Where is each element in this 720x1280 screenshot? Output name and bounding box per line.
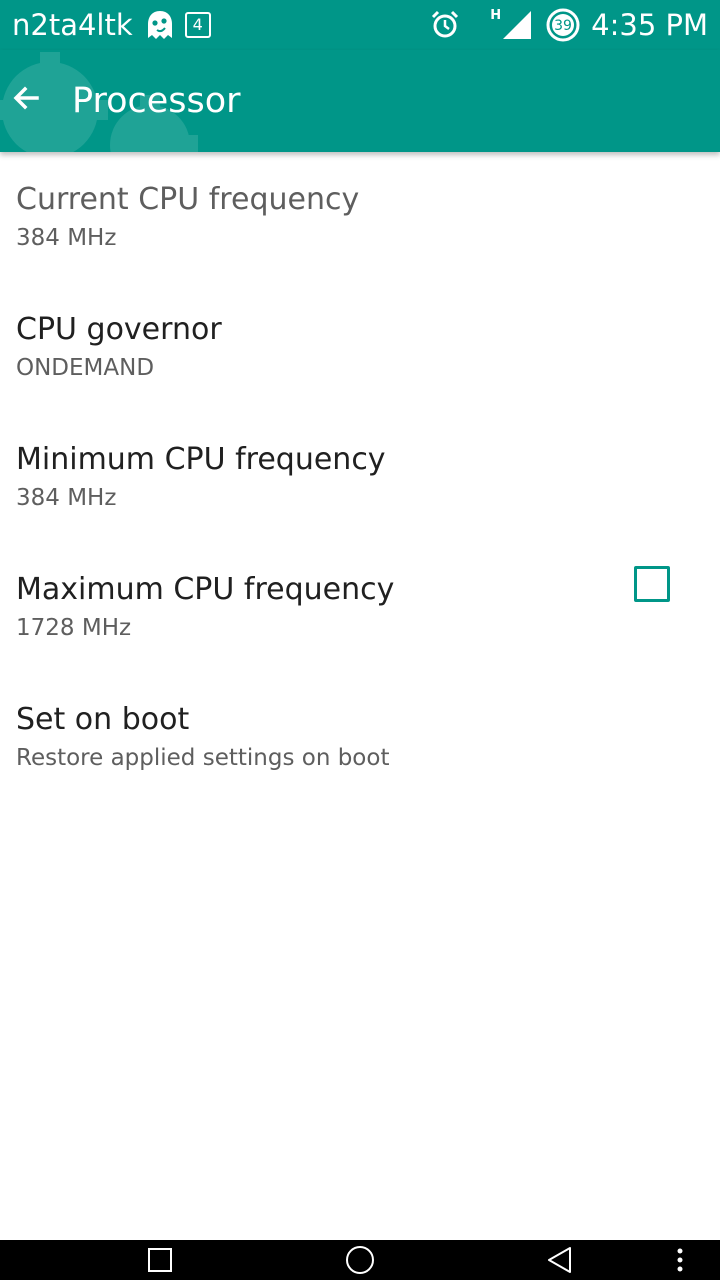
battery-icon: 39 — [546, 8, 580, 42]
back-icon — [548, 1247, 571, 1273]
navigation-bar — [0, 1240, 720, 1280]
pref-summary: 384 MHz — [16, 485, 117, 511]
back-button[interactable] — [8, 80, 44, 116]
pref-title: CPU governor — [16, 312, 222, 347]
pref-maximum-cpu-frequency[interactable]: Maximum CPU frequency 1728 MHz — [0, 542, 720, 672]
network-type-label: H — [490, 7, 502, 23]
pref-set-on-boot[interactable]: Set on boot Restore applied settings on … — [0, 672, 720, 802]
ghost-icon — [147, 11, 172, 39]
alarm-icon — [432, 10, 459, 38]
pref-cpu-governor[interactable]: CPU governor ONDEMAND — [0, 282, 720, 412]
status-left: n2ta4ltk 4 — [12, 6, 211, 44]
pref-minimum-cpu-frequency[interactable]: Minimum CPU frequency 384 MHz — [0, 412, 720, 542]
page-title: Processor — [72, 81, 241, 121]
pref-current-cpu-frequency[interactable]: Current CPU frequency 384 MHz — [0, 152, 720, 282]
status-right: H 39 4:35 PM — [430, 6, 708, 44]
status-bar: n2ta4ltk 4 H 39 4:35 PM — [0, 0, 720, 50]
more-icon — [677, 1248, 683, 1272]
pref-summary: 1728 MHz — [16, 615, 132, 641]
pref-title: Maximum CPU frequency — [16, 572, 395, 607]
pref-summary: Restore applied settings on boot — [16, 745, 390, 771]
pref-summary: 384 MHz — [16, 225, 117, 251]
recents-button[interactable] — [130, 1240, 190, 1280]
nav-back-button[interactable] — [530, 1240, 590, 1280]
pref-summary: ONDEMAND — [16, 355, 155, 381]
signal-icon — [503, 11, 532, 39]
recents-icon — [148, 1248, 172, 1272]
pref-title: Set on boot — [16, 702, 190, 737]
clock: 4:35 PM — [591, 8, 708, 42]
home-icon — [346, 1246, 374, 1274]
pref-title: Minimum CPU frequency — [16, 442, 386, 477]
notification-count-badge: 4 — [184, 12, 211, 38]
arrow-back-icon — [13, 86, 39, 110]
preferences-list: Current CPU frequency 384 MHz CPU govern… — [0, 152, 720, 802]
home-button[interactable] — [330, 1240, 390, 1280]
pref-title: Current CPU frequency — [16, 182, 360, 217]
carrier-name: n2ta4ltk — [12, 8, 133, 42]
app-bar: Processor — [0, 50, 720, 152]
set-on-boot-checkbox[interactable] — [634, 566, 670, 602]
more-options-button[interactable] — [660, 1240, 700, 1280]
battery-level-text: 39 — [554, 18, 572, 34]
